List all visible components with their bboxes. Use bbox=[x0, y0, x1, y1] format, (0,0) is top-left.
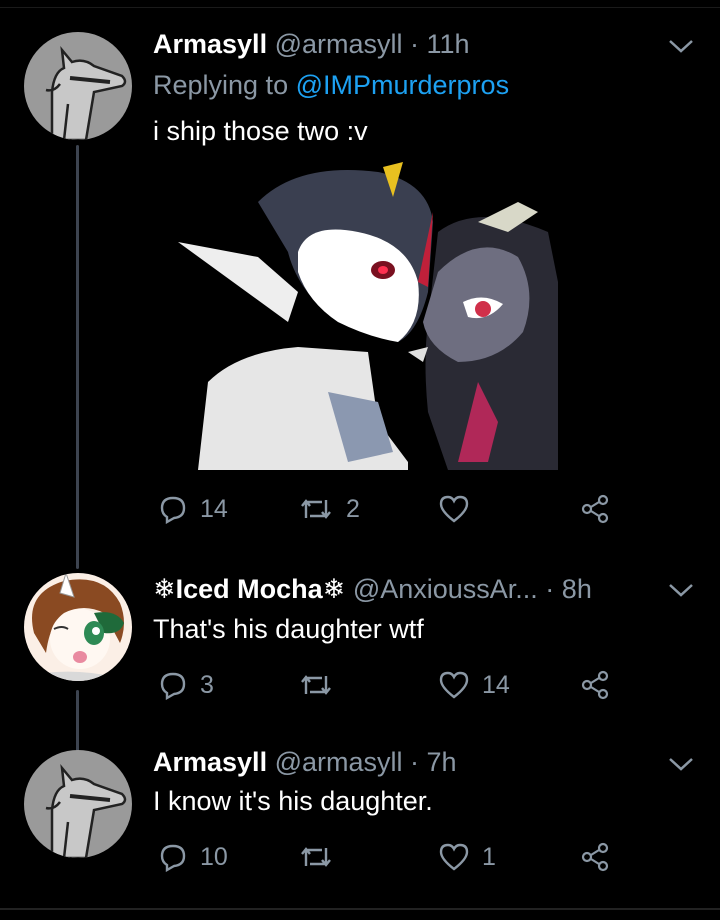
timestamp[interactable]: 11h bbox=[427, 29, 470, 59]
display-name[interactable]: Armasyll bbox=[153, 747, 267, 777]
retweet-button[interactable] bbox=[298, 842, 346, 872]
thread-line bbox=[76, 145, 79, 569]
avatar[interactable] bbox=[24, 32, 132, 140]
share-icon bbox=[581, 670, 609, 700]
share-button[interactable] bbox=[580, 842, 610, 872]
reply-button[interactable]: 14 bbox=[158, 494, 228, 524]
like-icon bbox=[439, 843, 469, 871]
retweet-icon bbox=[301, 847, 331, 867]
user-handle[interactable]: @armasyll bbox=[275, 29, 403, 59]
bottom-divider bbox=[0, 908, 720, 920]
tweet-header: ❄Iced Mocha❄ @AnxioussAr... · 8h bbox=[153, 573, 592, 605]
tweet-header: Armasyll @armasyll · 11h bbox=[153, 28, 470, 60]
reply-count: 10 bbox=[200, 842, 228, 871]
display-name[interactable]: ❄Iced Mocha❄ bbox=[153, 574, 345, 604]
share-button[interactable] bbox=[580, 670, 610, 700]
replying-to-label: Replying to bbox=[153, 70, 289, 100]
share-button[interactable] bbox=[580, 494, 610, 524]
timestamp[interactable]: 7h bbox=[427, 747, 457, 777]
top-divider bbox=[0, 0, 720, 8]
display-name[interactable]: Armasyll bbox=[153, 29, 267, 59]
tweet-media[interactable] bbox=[178, 162, 558, 470]
reply-button[interactable]: 10 bbox=[158, 842, 228, 872]
tweet-header: Armasyll @armasyll · 7h bbox=[153, 746, 457, 778]
retweet-count: 2 bbox=[346, 494, 360, 523]
like-button[interactable] bbox=[438, 494, 482, 524]
thread-line bbox=[76, 690, 79, 752]
separator: · bbox=[402, 747, 427, 777]
reply-icon bbox=[160, 844, 186, 872]
user-handle[interactable]: @armasyll bbox=[275, 747, 403, 777]
chevron-down-icon[interactable] bbox=[666, 754, 696, 774]
avatar[interactable] bbox=[24, 750, 132, 858]
like-count: 1 bbox=[482, 842, 496, 871]
chevron-down-icon[interactable] bbox=[666, 36, 696, 56]
like-icon bbox=[439, 495, 469, 523]
separator: · bbox=[537, 574, 562, 604]
reply-count: 3 bbox=[200, 670, 214, 699]
share-icon bbox=[581, 494, 609, 524]
retweet-icon bbox=[301, 675, 331, 695]
like-button[interactable]: 14 bbox=[438, 670, 510, 700]
retweet-icon bbox=[301, 499, 331, 519]
replying-to: Replying to @IMPmurderpros bbox=[153, 70, 509, 101]
tweet-text: That's his daughter wtf bbox=[153, 614, 424, 644]
tweet-text: i ship those two :v bbox=[153, 116, 368, 146]
user-handle[interactable]: @AnxioussAr... bbox=[353, 574, 538, 604]
avatar[interactable] bbox=[24, 573, 132, 681]
reply-button[interactable]: 3 bbox=[158, 670, 214, 700]
reply-icon bbox=[160, 672, 186, 700]
separator: · bbox=[402, 29, 427, 59]
tweet-text: I know it's his daughter. bbox=[153, 786, 433, 816]
like-icon bbox=[439, 671, 469, 699]
timestamp[interactable]: 8h bbox=[562, 574, 592, 604]
mention-link[interactable]: @IMPmurderpros bbox=[296, 70, 509, 100]
retweet-button[interactable]: 2 bbox=[298, 494, 360, 524]
reply-icon bbox=[160, 496, 186, 524]
like-count: 14 bbox=[482, 670, 510, 699]
reply-count: 14 bbox=[200, 494, 228, 523]
retweet-button[interactable] bbox=[298, 670, 346, 700]
share-icon bbox=[581, 842, 609, 872]
like-button[interactable]: 1 bbox=[438, 842, 496, 872]
chevron-down-icon[interactable] bbox=[666, 580, 696, 600]
